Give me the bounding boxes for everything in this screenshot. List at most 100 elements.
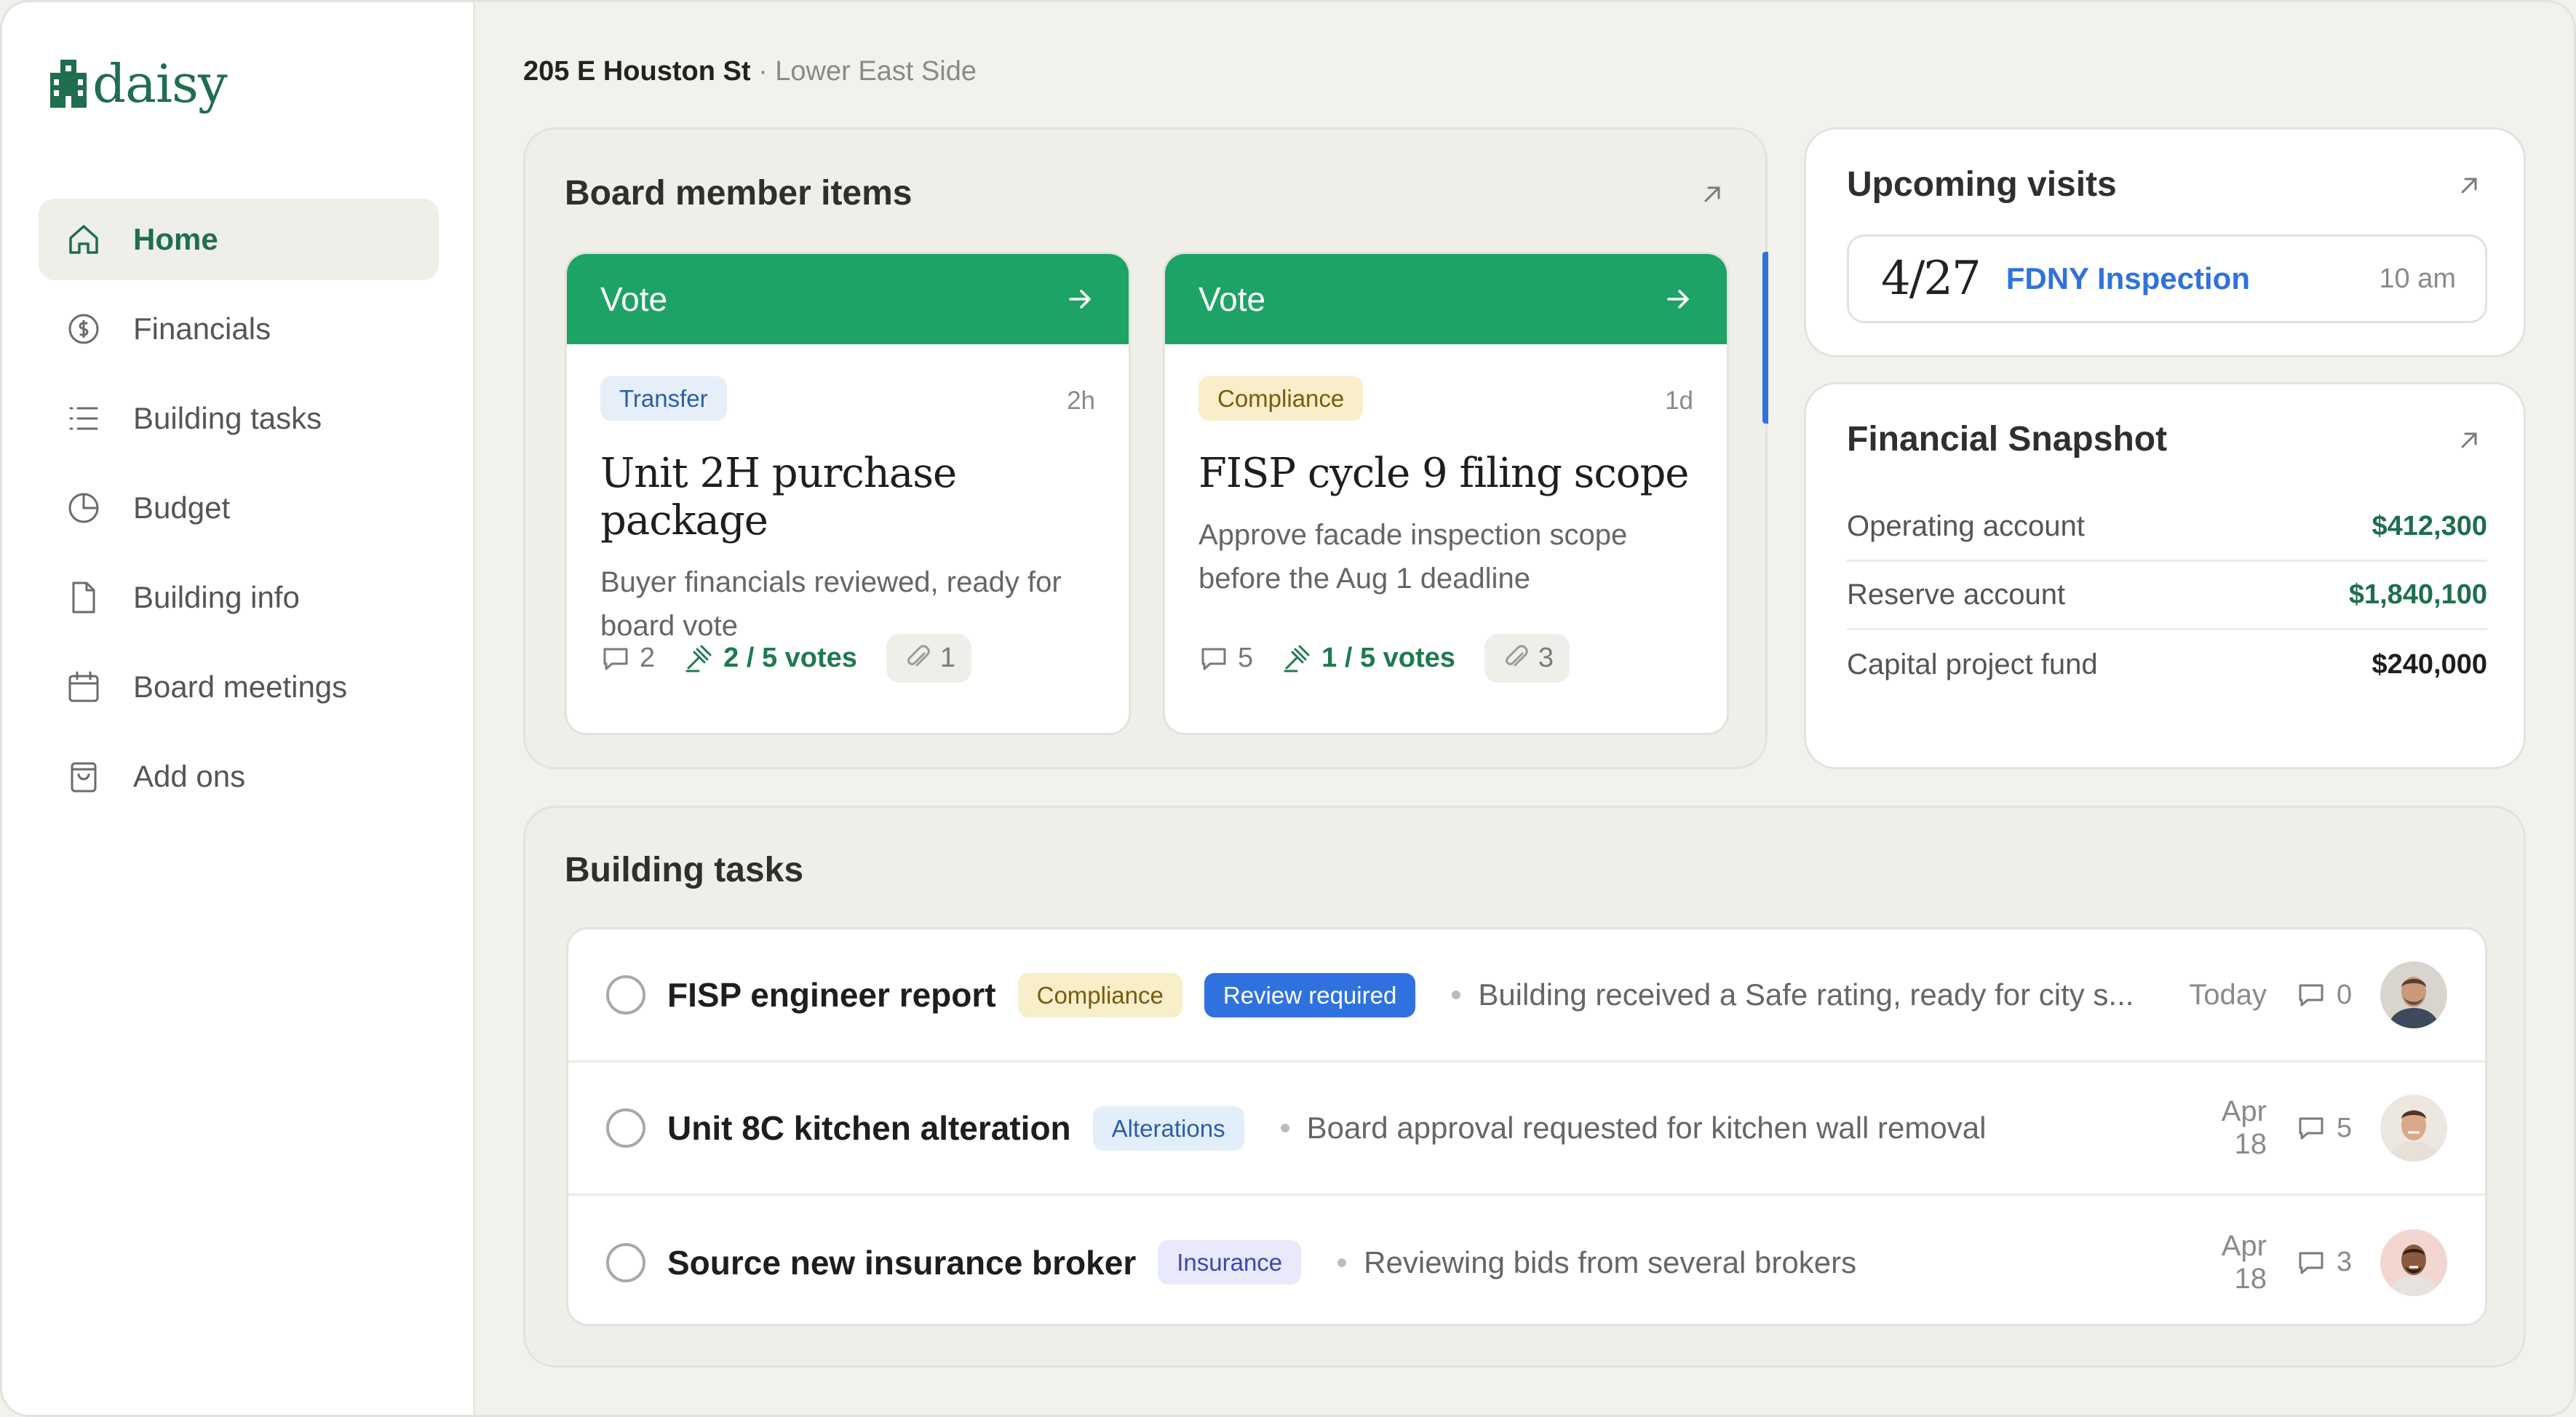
vote-count-value: 2 / 5 votes (723, 643, 857, 673)
sidebar-item-label: Budget (133, 491, 231, 525)
tag-badge: Alterations (1092, 1106, 1244, 1151)
vote-description: Approve facade inspection scope before t… (1198, 519, 1628, 595)
vote-meta: 2 2 / 5 votes 1 (600, 634, 972, 683)
visit-date: 4/27 (1881, 252, 1981, 306)
comment-icon (603, 648, 628, 670)
task-description: Board approval requested for kitchen wal… (1306, 1111, 1987, 1145)
person-avatar-icon (2380, 1229, 2447, 1296)
sidebar-item-label: Financials (133, 311, 271, 346)
visit-item[interactable]: 4/27 FDNY Inspection 10 am (1847, 234, 2487, 323)
home-icon (65, 221, 103, 258)
sidebar-item-budget[interactable]: Budget (39, 467, 439, 549)
financial-row: Operating account $412,300 (1847, 493, 2487, 562)
list-icon (65, 400, 103, 437)
expand-arrow-icon[interactable] (1698, 180, 1726, 208)
sidebar-item-board-meetings[interactable]: Board meetings (39, 646, 439, 728)
task-row[interactable]: FISP engineer report Compliance Review r… (568, 929, 2485, 1063)
attachment-count[interactable]: 3 (1484, 634, 1570, 683)
arrow-right-icon (1069, 290, 1091, 309)
visit-time: 10 am (2379, 263, 2456, 294)
task-row[interactable]: Unit 8C kitchen alteration Alterations B… (568, 1063, 2485, 1196)
comment-count[interactable]: 5 (2296, 1113, 2358, 1144)
vote-count-value: 1 / 5 votes (1321, 643, 1455, 673)
vote-card[interactable]: Vote Transfer 2h Unit 2H purchase packag… (565, 252, 1131, 735)
comment-icon (2299, 984, 2323, 1007)
avatar[interactable] (2380, 1229, 2447, 1296)
vote-card-header[interactable]: Vote (567, 254, 1129, 344)
separator-dot (1337, 1258, 1347, 1267)
task-title: Unit 8C kitchen alteration (667, 1109, 1071, 1147)
attachment-count-value: 3 (1538, 643, 1554, 673)
building-tasks-panel: Building tasks FISP engineer report Comp… (523, 806, 2526, 1368)
tag-badge: Compliance (1198, 376, 1364, 421)
gavel-icon (1284, 645, 1310, 672)
account-label: Operating account (1847, 510, 2085, 542)
separator-dot (1280, 1124, 1289, 1132)
attachment-count-value: 1 (939, 643, 956, 673)
comment-count[interactable]: 3 (2296, 1247, 2358, 1278)
comment-count[interactable]: 2 (600, 643, 655, 674)
task-description: Reviewing bids from several brokers (1364, 1245, 1857, 1279)
comment-count[interactable]: 5 (1198, 643, 1253, 674)
sidebar-item-home[interactable]: Home (39, 199, 439, 280)
sidebar-item-label: Home (133, 222, 218, 256)
brand-logo[interactable]: daisy (50, 57, 228, 110)
task-date: Apr 18 (2221, 1229, 2267, 1295)
sidebar-item-financials[interactable]: Financials (39, 288, 439, 370)
avatar[interactable] (2380, 1095, 2447, 1162)
sidebar-item-building-tasks[interactable]: Building tasks (39, 378, 439, 459)
task-checkbox[interactable] (606, 1242, 645, 1282)
vote-title: FISP cycle 9 filing scope (1198, 450, 1689, 497)
address-street: 205 E Houston St (523, 56, 751, 87)
sidebar-item-label: Building tasks (133, 401, 322, 435)
task-title: Source new insurance broker (667, 1243, 1137, 1282)
sidebar-item-label: Board meetings (133, 670, 348, 704)
vote-card-header[interactable]: Vote (1165, 254, 1727, 344)
person-avatar-icon (2380, 1095, 2447, 1162)
comment-count-value: 2 (640, 643, 656, 673)
next-card-peek[interactable] (1762, 252, 1768, 424)
vote-progress[interactable]: 1 / 5 votes (1282, 643, 1455, 674)
vote-card[interactable]: Vote Compliance 1d FISP cycle 9 filing s… (1163, 252, 1729, 735)
account-value: $1,840,100 (2348, 579, 2487, 610)
financial-rows: Operating account $412,300 Reserve accou… (1847, 493, 2487, 699)
vote-label: Vote (1198, 280, 1266, 318)
account-value: $412,300 (2372, 511, 2488, 541)
vote-card-body: Compliance 1d FISP cycle 9 filing scope … (1165, 344, 1727, 733)
comment-count[interactable]: 0 (2296, 980, 2358, 1011)
attachment-count[interactable]: 1 (886, 634, 972, 683)
task-date: Apr 18 (2221, 1095, 2267, 1160)
main-content: 205 E Houston St · Lower East Side Board… (475, 2, 2574, 1415)
sidebar-nav: Home Financials Building tasks Budget Bu… (39, 199, 439, 825)
expand-arrow-icon[interactable] (2455, 426, 2483, 454)
task-meta: Apr 18 3 (2185, 1229, 2447, 1296)
task-checkbox[interactable] (606, 975, 645, 1015)
task-checkbox[interactable] (606, 1108, 645, 1148)
sidebar-item-add-ons[interactable]: Add ons (39, 736, 439, 817)
document-icon (65, 579, 103, 616)
dollar-circle-icon (65, 310, 103, 348)
task-row[interactable]: Source new insurance broker Insurance Re… (568, 1196, 2485, 1324)
task-title: FISP engineer report (667, 976, 996, 1014)
sidebar-item-building-info[interactable]: Building info (39, 557, 439, 638)
vote-progress[interactable]: 2 / 5 votes (684, 643, 857, 674)
tag-badge: Transfer (600, 376, 727, 421)
panel-title: Upcoming visits (1847, 165, 2117, 204)
status-badge: Review required (1204, 972, 1416, 1017)
building-logo-icon (50, 60, 87, 108)
paperclip-icon (907, 644, 930, 666)
gavel-icon (685, 645, 712, 672)
expand-arrow-icon[interactable] (2455, 172, 2483, 199)
comment-icon (2299, 1117, 2323, 1140)
avatar[interactable] (2380, 961, 2447, 1028)
task-list: FISP engineer report Compliance Review r… (566, 927, 2487, 1326)
visit-name: FDNY Inspection (2005, 261, 2250, 295)
calendar-icon (65, 668, 103, 706)
task-description: Building received a Safe rating, ready f… (1478, 977, 2134, 1012)
financial-row: Reserve account $1,840,100 (1847, 562, 2487, 630)
account-label: Capital project fund (1847, 648, 2098, 680)
panel-title: Building tasks (565, 851, 804, 889)
comment-icon (2299, 1252, 2323, 1274)
upcoming-visits-panel: Upcoming visits 4/27 FDNY Inspection 10 … (1804, 127, 2526, 357)
task-date: Today (2189, 978, 2267, 1011)
